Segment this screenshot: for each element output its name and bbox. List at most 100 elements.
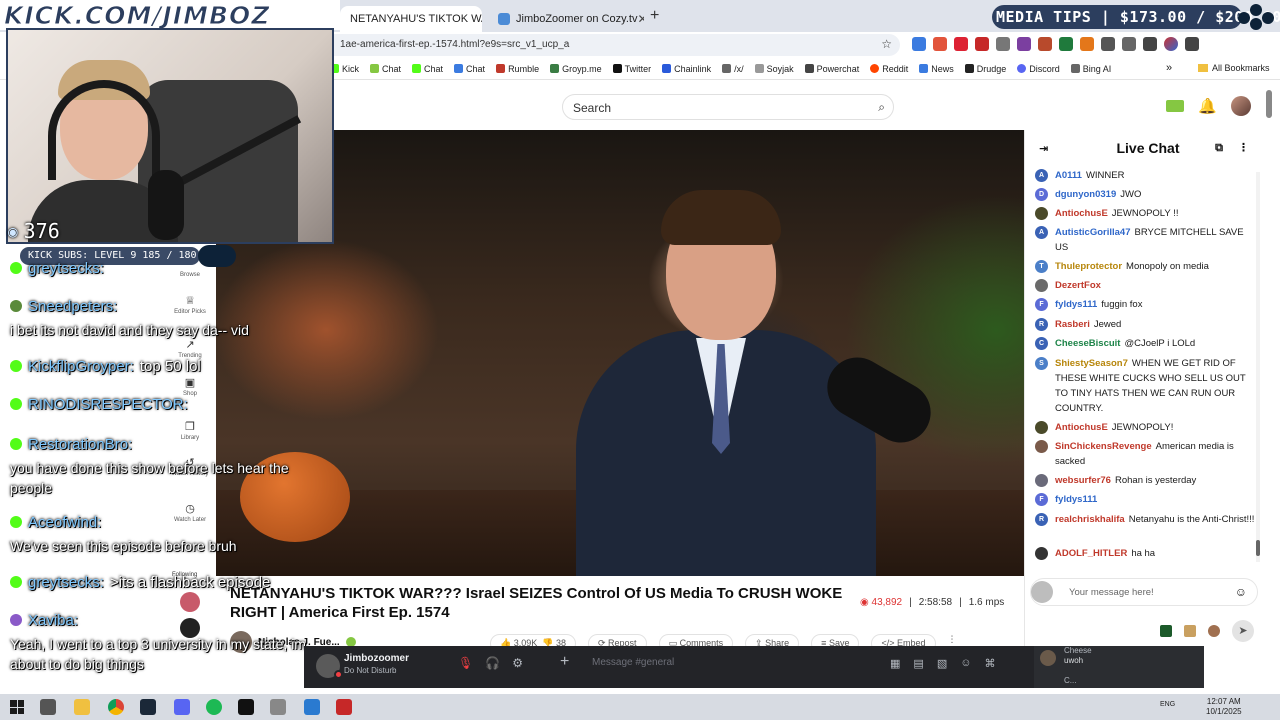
discord-message-input[interactable]: Message #general [592,657,674,668]
chat-avatar[interactable]: A [1035,169,1048,182]
chat-avatar[interactable] [1035,547,1048,560]
emoji-icon[interactable]: ☺ [1235,585,1247,599]
chat-avatar[interactable] [1035,207,1048,220]
bookmark-soyjak[interactable]: Soyjak [754,64,794,74]
chat-message-input[interactable]: Your message here! ☺ [1030,578,1258,606]
app-icon[interactable] [238,699,254,715]
chat-username[interactable]: SinChickensRevenge [1055,441,1152,452]
chat-username[interactable]: AntiochusE [1055,422,1108,433]
bookmark-groypme[interactable]: Groyp.me [550,64,602,74]
profile-avatar-icon[interactable] [1164,37,1178,51]
send-icon[interactable]: ➤ [1232,620,1254,642]
member-name[interactable]: Cheese [1064,646,1092,655]
bookmark-drudge[interactable]: Drudge [964,64,1006,74]
chrome-icon[interactable] [108,699,124,715]
file-explorer-icon[interactable] [74,699,90,715]
chat-avatar[interactable] [1035,279,1048,292]
sticker-icon[interactable]: ▧ [937,657,947,670]
spotify-icon[interactable] [206,699,222,715]
steam-icon[interactable] [140,699,156,715]
extension-icon[interactable] [1080,37,1094,51]
extension-icon[interactable] [975,37,989,51]
chat-username[interactable]: A0111 [1055,170,1082,181]
task-view-icon[interactable] [40,699,56,715]
headphones-icon[interactable]: 🎧 [485,656,500,670]
chat-avatar[interactable]: A [1035,226,1048,239]
avatar[interactable] [1230,96,1251,116]
collapse-chat-icon[interactable]: ⇥ [1039,142,1048,155]
bookmark-kick[interactable]: Kick [330,64,359,74]
chat-username[interactable]: dgunyon0319 [1055,189,1116,200]
kebab-menu-icon[interactable] [1185,37,1199,51]
search-icon[interactable]: ⌕ [878,100,885,115]
chat-avatar[interactable]: T [1035,260,1048,273]
chat-username[interactable]: fyldys111 [1055,299,1097,310]
start-button-icon[interactable] [10,700,24,714]
close-icon[interactable]: ✕ [637,12,644,26]
popout-icon[interactable]: ⧉ [1215,142,1223,155]
bookmark-twitter[interactable]: Twitter [612,64,651,74]
extension-icon[interactable] [933,37,947,51]
extension-icon[interactable] [912,37,926,51]
page-scrollbar[interactable] [1266,90,1272,640]
extension-icon[interactable] [1059,37,1073,51]
chat-username[interactable]: AutisticGorilla47 [1055,227,1131,238]
screen-icon[interactable] [1122,37,1136,51]
chat-avatar[interactable]: C [1035,337,1048,350]
bookmark-news[interactable]: News [919,64,954,74]
extension-icon[interactable] [1017,37,1031,51]
extension-icon[interactable] [954,37,968,51]
gift-icon[interactable]: ▦ [890,657,900,670]
url-field[interactable]: 1ae-america-first-ep.-1574.html?e9s=src_… [300,34,900,56]
browser-tab-active[interactable]: NETANYAHU'S TIKTOK WAR??? ✕ [340,6,482,32]
chat-avatar[interactable]: F [1035,298,1048,311]
go-live-icon[interactable] [1166,100,1184,112]
app-icon[interactable] [270,699,286,715]
mic-muted-icon[interactable]: 🎙 [458,656,473,670]
app-icon[interactable] [304,699,320,715]
menu-icon[interactable] [1143,37,1157,51]
chat-username[interactable]: ADOLF_HITLER [1055,548,1127,559]
chat-avatar[interactable]: R [1035,513,1048,526]
bookmarks-overflow-icon[interactable]: » [1166,62,1172,74]
controller-icon[interactable]: ⌘ [984,657,995,670]
chat-username[interactable]: ShiestySeason7 [1055,358,1128,369]
browser-tab[interactable]: JimboZoomer on Cozy.tv ✕ [488,6,644,32]
chat-username[interactable]: fyldys111 [1055,494,1097,505]
scroll-thumb[interactable] [1266,90,1272,118]
emote-icon[interactable] [1208,625,1220,637]
bookmark-rumble[interactable]: Rumble [496,64,539,74]
member-name[interactable]: C... [1064,676,1076,685]
chat-avatar[interactable]: D [1035,188,1048,201]
discord-icon[interactable] [174,699,190,715]
puzzle-icon[interactable] [1101,37,1115,51]
bookmark-discord[interactable]: Discord [1017,64,1060,74]
emote-icon[interactable] [1184,625,1196,637]
chat-avatar[interactable] [1035,440,1048,453]
taskbar-clock[interactable]: 12:07 AM 10/1/2025 [1206,697,1242,717]
add-attachment-icon[interactable]: + [560,653,569,671]
bell-icon[interactable]: 🔔 [1198,97,1217,115]
more-icon[interactable]: ⋮ [1238,141,1249,154]
chat-username[interactable]: Thuleprotector [1055,261,1122,272]
chat-username[interactable]: realchriskhalifa [1055,514,1125,525]
chat-username[interactable]: DezertFox [1055,280,1101,291]
bookmark-chat[interactable]: Chat [412,64,443,74]
bookmark-x[interactable]: /x/ [722,64,744,74]
chat-avatar[interactable]: R [1035,318,1048,331]
extension-icon[interactable] [996,37,1010,51]
bookmark-chat[interactable]: Chat [454,64,485,74]
bookmark-chat[interactable]: Chat [370,64,401,74]
new-tab-button[interactable]: + [650,7,659,25]
chat-avatar[interactable] [1035,421,1048,434]
app-icon[interactable] [336,699,352,715]
extension-icon[interactable] [1038,37,1052,51]
emote-icon[interactable] [1160,625,1172,637]
language-indicator[interactable]: ENG [1160,701,1175,708]
bookmark-reddit[interactable]: Reddit [870,64,908,74]
chat-username[interactable]: websurfer76 [1055,475,1111,486]
all-bookmarks-button[interactable]: All Bookmarks [1198,63,1270,73]
bookmark-powerchat[interactable]: Powerchat [804,64,859,74]
gif-icon[interactable]: ▤ [913,657,923,670]
scroll-thumb[interactable] [1256,540,1260,556]
